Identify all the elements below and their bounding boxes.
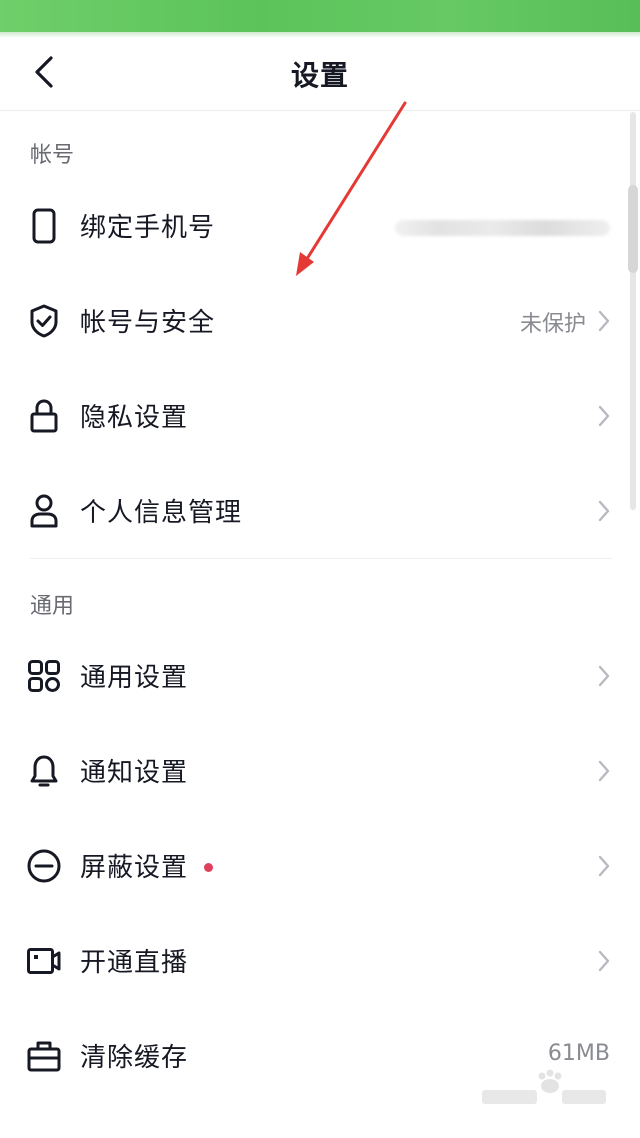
baidu-watermark-logo: [482, 1069, 606, 1104]
row-label: 隐私设置: [80, 403, 189, 433]
row-label: 个人信息管理: [80, 498, 243, 528]
chevron-right-icon: [598, 855, 610, 877]
phone-icon: [26, 208, 62, 244]
toolbox-icon: [26, 1038, 62, 1074]
chevron-right-icon: [598, 665, 610, 687]
row-label: 通知设置: [80, 758, 189, 788]
chevron-right-icon: [598, 500, 610, 522]
block-icon: [26, 848, 62, 884]
phone-number-redacted: [395, 220, 610, 236]
row-personal-info[interactable]: 个人信息管理: [0, 475, 640, 547]
grid-icon: [26, 658, 62, 694]
row-bind-phone[interactable]: 绑定手机号: [0, 190, 640, 262]
section-header-account: 帐号: [30, 143, 75, 168]
row-label: 帐号与安全: [80, 308, 216, 338]
row-label: 屏蔽设置: [80, 853, 189, 883]
security-status-value: 未保护: [519, 312, 586, 337]
chevron-right-icon: [598, 760, 610, 782]
chevron-right-icon: [598, 405, 610, 427]
scrollbar-thumb[interactable]: [628, 185, 638, 273]
person-icon: [26, 493, 62, 529]
row-label: 通用设置: [80, 663, 189, 693]
shield-check-icon: [26, 303, 62, 339]
bell-icon: [26, 753, 62, 789]
section-divider: [30, 558, 612, 559]
row-label: 清除缓存: [80, 1043, 189, 1073]
row-label: 绑定手机号: [80, 213, 216, 243]
chevron-right-icon: [598, 310, 610, 332]
new-indicator-dot: [204, 863, 213, 872]
row-privacy-settings[interactable]: 隐私设置: [0, 380, 640, 452]
lock-icon: [26, 398, 62, 434]
row-label: 开通直播: [80, 948, 189, 978]
nav-bar: 设置: [0, 38, 640, 111]
row-account-security[interactable]: 帐号与安全 未保护: [0, 285, 640, 357]
row-block-settings[interactable]: 屏蔽设置: [0, 830, 640, 902]
row-general-settings[interactable]: 通用设置: [0, 640, 640, 712]
page-title: 设置: [290, 59, 349, 92]
row-start-live[interactable]: 开通直播: [0, 925, 640, 997]
chevron-right-icon: [598, 950, 610, 972]
status-bar: [0, 0, 640, 38]
cache-size-value: 61MB: [547, 1041, 610, 1066]
section-header-general: 通用: [30, 594, 75, 619]
row-notification-settings[interactable]: 通知设置: [0, 735, 640, 807]
video-camera-icon: [26, 943, 62, 979]
scrollbar-track[interactable]: [630, 112, 636, 510]
